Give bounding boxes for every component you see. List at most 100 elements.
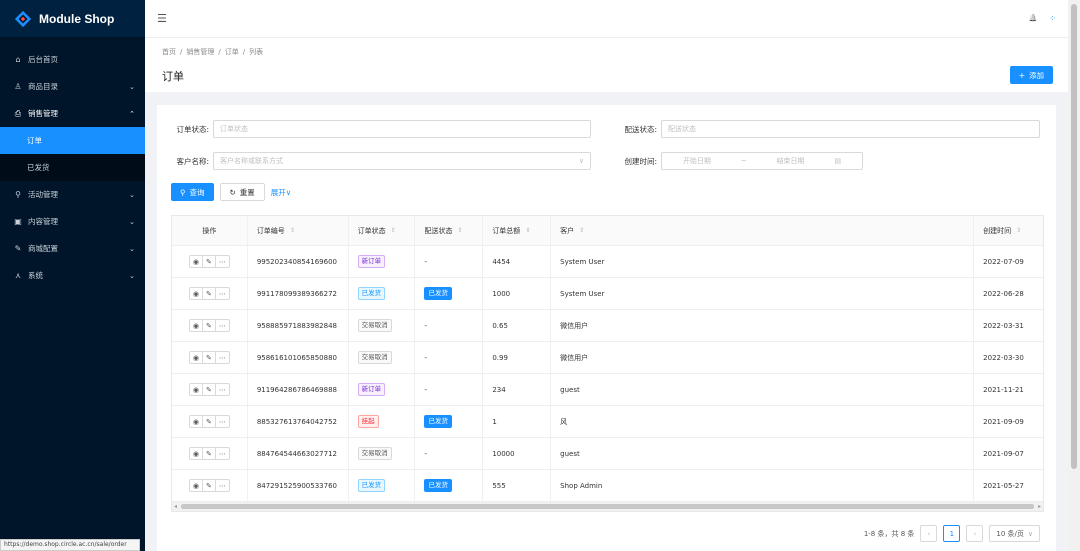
scroll-left-icon[interactable]: ◂ bbox=[174, 502, 177, 511]
cell-ship-status: - bbox=[415, 374, 484, 405]
more-icon[interactable]: ⋯ bbox=[216, 352, 229, 363]
cell-order-status: 新订单 bbox=[349, 374, 416, 405]
date-range-picker[interactable]: 开始日期 ~ 结束日期 ▤ bbox=[661, 152, 863, 170]
edit-icon[interactable]: ✎ bbox=[203, 288, 216, 299]
ship-badge: 已发货 bbox=[424, 287, 452, 300]
cell-total: 1000 bbox=[483, 278, 552, 309]
content-icon: ▣ bbox=[14, 217, 22, 226]
sidebar-item-content[interactable]: ▣ 内容管理 ⌄ bbox=[0, 208, 145, 235]
query-button[interactable]: ⚲ 查询 bbox=[171, 183, 214, 201]
sort-icon: ⇕ bbox=[457, 227, 463, 234]
sidebar-item-label: 商城配置 bbox=[28, 244, 58, 253]
table-body: ◉ ✎ ⋯ 995202340854169600 新订单 -4454 System User… bbox=[172, 246, 1043, 502]
more-icon[interactable]: ⋯ bbox=[216, 480, 229, 491]
apps-icon[interactable]: ⁘ bbox=[1049, 14, 1056, 23]
th-customer[interactable]: 客户 ⇕ bbox=[551, 216, 975, 245]
more-icon[interactable]: ⋯ bbox=[216, 256, 229, 267]
th-order-id[interactable]: 订单编号 ⇕ bbox=[248, 216, 349, 245]
reset-button[interactable]: ↻ 重置 bbox=[219, 183, 265, 201]
status-badge: 已发货 bbox=[357, 479, 386, 492]
order-status-input[interactable]: 订单状态 bbox=[213, 120, 591, 138]
sidebar-item-orders[interactable]: 订单 bbox=[0, 127, 145, 154]
table-hscroll[interactable]: ◂ ▸ bbox=[172, 502, 1043, 511]
breadcrumb-home[interactable]: 首页 bbox=[162, 48, 176, 56]
chevron-down-icon: ⌄ bbox=[129, 244, 135, 253]
end-date-input[interactable]: 结束日期 bbox=[777, 156, 805, 166]
table-row: ◉ ✎ ⋯ 885327613764042752 挂起 已发货 1 风 2021-09-09 bbox=[172, 406, 1043, 438]
sidebar-item-config[interactable]: ✎ 商城配置 ⌄ bbox=[0, 235, 145, 262]
sidebar-item-shipped[interactable]: 已发货 bbox=[0, 154, 145, 181]
more-icon[interactable]: ⋯ bbox=[216, 448, 229, 459]
sidebar-item-sales[interactable]: ⎙ 销售管理 ⌃ bbox=[0, 100, 145, 127]
add-button[interactable]: + 添加 bbox=[1009, 66, 1053, 84]
sidebar-item-label: 系统 bbox=[28, 271, 43, 280]
prev-page-button[interactable]: ‹ bbox=[920, 525, 938, 542]
orders-card: 订单状态: 订单状态 配送状态: 配送状态 客户名称: 客户名称或联系方式 ∨ … bbox=[157, 105, 1056, 551]
sidebar-item-activity[interactable]: ⚲ 活动管理 ⌄ bbox=[0, 181, 145, 208]
ship-status-input[interactable]: 配送状态 bbox=[661, 120, 1040, 138]
edit-icon[interactable]: ✎ bbox=[203, 416, 216, 427]
page-scrollbar[interactable] bbox=[1068, 0, 1080, 551]
cell-total: 0.99 bbox=[483, 342, 552, 373]
cell-created: 2021-09-09 bbox=[983, 417, 1024, 426]
cell-order-id: 911964286786469888 bbox=[248, 374, 349, 405]
th-label: 订单总额 bbox=[492, 226, 521, 235]
breadcrumb-orders[interactable]: 订单 bbox=[225, 48, 239, 56]
sidebar-item-system[interactable]: ⋏ 系统 ⌄ bbox=[0, 262, 145, 289]
view-icon[interactable]: ◉ bbox=[190, 416, 203, 427]
bell-icon[interactable]: 🔔 bbox=[1029, 14, 1038, 23]
cell-ship-status: - bbox=[415, 246, 484, 277]
cell-ship-status: - bbox=[415, 310, 484, 341]
th-total[interactable]: 订单总额 ⇕ bbox=[483, 216, 552, 245]
status-badge: 新订单 bbox=[357, 383, 386, 396]
edit-icon[interactable]: ✎ bbox=[203, 384, 216, 395]
top-header: ☰ 🔔 ⁘ bbox=[145, 0, 1068, 37]
th-label: 配送状态 bbox=[424, 226, 453, 235]
action-group: ◉ ✎ ⋯ bbox=[188, 415, 230, 428]
view-icon[interactable]: ◉ bbox=[190, 352, 203, 363]
customer-select[interactable]: 客户名称或联系方式 ∨ bbox=[213, 152, 591, 170]
start-date-input[interactable]: 开始日期 bbox=[683, 156, 711, 166]
expand-link[interactable]: 展开∨ bbox=[271, 187, 292, 198]
cluster-icon: ⋏ bbox=[15, 271, 21, 280]
more-icon[interactable]: ⋯ bbox=[216, 320, 229, 331]
edit-icon[interactable]: ✎ bbox=[203, 256, 216, 267]
calendar-icon: ▤ bbox=[834, 157, 842, 165]
view-icon[interactable]: ◉ bbox=[190, 448, 203, 459]
sidebar-item-catalog[interactable]: ♙ 商品目录 ⌄ bbox=[0, 73, 145, 100]
chevron-down-icon: ∨ bbox=[1027, 529, 1033, 538]
next-page-button[interactable]: › bbox=[966, 525, 984, 542]
edit-icon[interactable]: ✎ bbox=[203, 448, 216, 459]
view-icon[interactable]: ◉ bbox=[190, 480, 203, 491]
edit-icon[interactable]: ✎ bbox=[203, 352, 216, 363]
scroll-right-icon[interactable]: ▸ bbox=[1038, 502, 1041, 511]
cell-customer: 风 bbox=[551, 406, 975, 437]
cell-order-id: 958885971883982848 bbox=[248, 310, 349, 341]
app-name: Module Shop bbox=[39, 11, 115, 26]
edit-icon[interactable]: ✎ bbox=[203, 320, 216, 331]
more-icon[interactable]: ⋯ bbox=[216, 288, 229, 299]
logo[interactable]: Module Shop bbox=[0, 0, 145, 37]
breadcrumb: 首页 / 销售管理 / 订单 / 列表 bbox=[162, 47, 1051, 57]
hscroll-thumb[interactable] bbox=[181, 504, 1034, 509]
view-icon[interactable]: ◉ bbox=[190, 384, 203, 395]
page-size-select[interactable]: 10 条/页 ∨ bbox=[989, 525, 1040, 542]
expand-label: 展开 bbox=[270, 187, 286, 197]
more-icon[interactable]: ⋯ bbox=[216, 416, 229, 427]
cell-ship-status: 已发货 bbox=[415, 406, 484, 437]
th-created[interactable]: 创建时间 ⇕ bbox=[974, 216, 1043, 245]
cell-order-id: 958616101065850880 bbox=[248, 342, 349, 373]
more-icon[interactable]: ⋯ bbox=[216, 384, 229, 395]
sidebar-item-home[interactable]: ⌂ 后台首页 bbox=[0, 46, 145, 73]
plus-icon: + bbox=[1018, 70, 1025, 80]
view-icon[interactable]: ◉ bbox=[190, 320, 203, 331]
view-icon[interactable]: ◉ bbox=[190, 256, 203, 267]
scrollbar-thumb[interactable] bbox=[1071, 4, 1077, 469]
th-ship-status[interactable]: 配送状态 ⇕ bbox=[415, 216, 484, 245]
view-icon[interactable]: ◉ bbox=[190, 288, 203, 299]
page-1-button[interactable]: 1 bbox=[943, 525, 961, 542]
th-order-status[interactable]: 订单状态 ⇕ bbox=[349, 216, 416, 245]
edit-icon[interactable]: ✎ bbox=[203, 480, 216, 491]
menu-fold-icon[interactable]: ☰ bbox=[157, 12, 167, 25]
breadcrumb-sales[interactable]: 销售管理 bbox=[186, 48, 214, 56]
